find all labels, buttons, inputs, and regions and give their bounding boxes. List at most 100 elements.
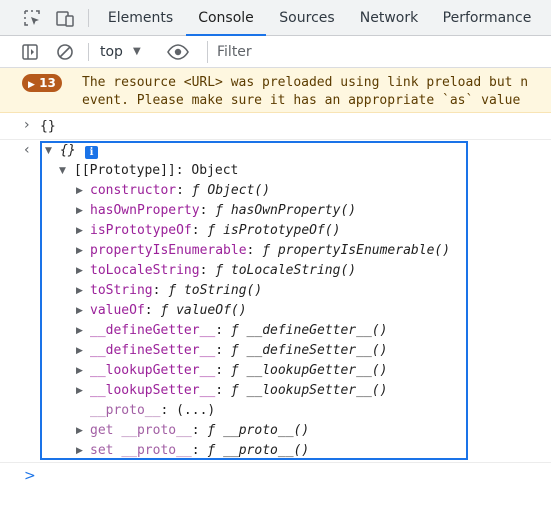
context-dropdown-icon[interactable]: ▼	[133, 36, 141, 68]
property-line: constructor: ƒ Object()	[90, 181, 270, 201]
property-sep: :	[191, 443, 208, 458]
property-lazy-value[interactable]: : (...)	[160, 403, 215, 418]
property-line: propertyIsEnumerable: ƒ propertyIsEnumer…	[90, 241, 450, 261]
collapse-triangle-icon[interactable]: ▼	[45, 141, 52, 161]
property-value: toString()	[183, 283, 263, 298]
console-toolbar: top ▼	[0, 36, 551, 68]
toolbar-divider	[88, 43, 89, 61]
expand-triangle-icon[interactable]: ▶	[76, 181, 83, 201]
console-prompt-icon[interactable]: >	[24, 466, 36, 486]
property-line: __defineGetter__: ƒ __defineGetter__()	[90, 321, 387, 341]
property-value: valueOf()	[176, 303, 247, 318]
property-sep: :	[215, 323, 231, 338]
tab-sources[interactable]: Sources	[268, 0, 346, 36]
property-line: __defineSetter__: ƒ __defineSetter__()	[90, 341, 387, 361]
function-glyph: ƒ	[207, 443, 224, 458]
function-glyph: ƒ	[207, 423, 224, 438]
prototype-collapse-triangle-icon[interactable]: ▼	[59, 161, 66, 181]
function-glyph: ƒ	[230, 323, 247, 338]
property-sep: :	[199, 203, 216, 218]
property-key: propertyIsEnumerable	[90, 243, 247, 258]
property-key: valueOf	[90, 303, 145, 318]
property-value: __lookupGetter__()	[246, 363, 388, 378]
function-glyph: ƒ	[207, 223, 224, 238]
accessor-prefix: get	[90, 423, 122, 438]
filter-input[interactable]	[207, 41, 551, 63]
property-sep: :	[144, 303, 161, 318]
live-expression-eye-icon[interactable]	[166, 42, 190, 62]
function-glyph: ƒ	[160, 303, 177, 318]
expand-triangle-icon[interactable]: ▶	[76, 361, 83, 381]
function-glyph: ƒ	[262, 243, 278, 258]
property-line: get __proto__: ƒ __proto__()	[90, 421, 309, 441]
property-sep: :	[191, 423, 208, 438]
device-toolbar-icon[interactable]	[55, 8, 75, 28]
property-sep: :	[215, 383, 231, 398]
expand-triangle-icon[interactable]: ▶	[76, 421, 83, 441]
function-glyph: ƒ	[230, 383, 247, 398]
property-key: __proto__	[90, 403, 161, 418]
function-glyph: ƒ	[215, 263, 231, 278]
property-sep: :	[215, 343, 231, 358]
context-selector[interactable]: top	[100, 36, 123, 68]
tab-performance[interactable]: Performance	[434, 0, 540, 36]
property-key: toString	[90, 283, 153, 298]
property-sep: :	[246, 243, 263, 258]
sidebar-toggle-icon[interactable]	[20, 42, 40, 62]
property-value: isPrototypeOf()	[223, 223, 341, 238]
property-sep: :	[199, 263, 216, 278]
clear-console-icon[interactable]	[55, 42, 75, 62]
property-key: __lookupGetter__	[90, 363, 216, 378]
expand-triangle-icon[interactable]: ▶	[76, 381, 83, 401]
expand-triangle-icon[interactable]: ▶	[76, 281, 83, 301]
property-key: constructor	[90, 183, 177, 198]
row-divider	[0, 139, 551, 140]
property-line: __lookupGetter__: ƒ __lookupGetter__()	[90, 361, 387, 381]
property-key: toLocaleString	[90, 263, 200, 278]
expand-triangle-icon[interactable]: ▶	[76, 221, 83, 241]
expand-triangle-icon[interactable]: ▶	[76, 301, 83, 321]
input-prompt-icon: ›	[24, 117, 30, 133]
tab-elements[interactable]: Elements	[98, 0, 183, 36]
expand-triangle-icon: ▶	[28, 80, 35, 90]
property-line: toLocaleString: ƒ toLocaleString()	[90, 261, 356, 281]
expand-triangle-icon[interactable]: ▶	[76, 201, 83, 221]
property-key: isPrototypeOf	[90, 223, 192, 238]
property-key: __defineGetter__	[90, 323, 216, 338]
property-line: __proto__: (...)	[90, 401, 215, 421]
tab-network[interactable]: Network	[348, 0, 430, 36]
warning-text-line-1: The resource <URL> was preloaded using l…	[82, 75, 529, 90]
expand-triangle-icon[interactable]: ▶	[76, 441, 83, 461]
console-output: ▶ 13 The resource <URL> was preloaded us…	[0, 68, 551, 530]
input-echo: {}	[40, 119, 56, 134]
object-summary[interactable]: {}	[60, 141, 76, 161]
info-icon[interactable]: i	[85, 146, 98, 159]
result-return-icon: ‹	[24, 142, 30, 158]
expand-triangle-icon[interactable]: ▶	[76, 241, 83, 261]
expand-triangle-icon[interactable]: ▶	[76, 261, 83, 281]
property-value: toLocaleString()	[230, 263, 357, 278]
property-key: __lookupSetter__	[90, 383, 216, 398]
function-glyph: ƒ	[230, 363, 247, 378]
expand-triangle-icon[interactable]: ▶	[76, 321, 83, 341]
warning-message: ▶ 13 The resource <URL> was preloaded us…	[0, 68, 551, 113]
property-line: set __proto__: ƒ __proto__()	[90, 441, 309, 461]
property-sep: :	[152, 283, 169, 298]
property-key: hasOwnProperty	[90, 203, 200, 218]
accessor-prefix: set	[90, 443, 122, 458]
property-line: isPrototypeOf: ƒ isPrototypeOf()	[90, 221, 340, 241]
expand-triangle-icon[interactable]: ▶	[76, 341, 83, 361]
prototype-label[interactable]: [[Prototype]]: Object	[74, 161, 238, 181]
warning-count-badge[interactable]: ▶ 13	[22, 74, 62, 92]
property-key: __proto__	[121, 443, 192, 458]
property-value: propertyIsEnumerable()	[277, 243, 451, 258]
warning-text-line-2: event. Please make sure it has an approp…	[82, 93, 521, 108]
property-value: __defineSetter__()	[246, 343, 388, 358]
function-glyph: ƒ	[168, 283, 184, 298]
function-glyph: ƒ	[191, 183, 208, 198]
inspect-element-icon[interactable]	[22, 8, 42, 28]
property-line: hasOwnProperty: ƒ hasOwnProperty()	[90, 201, 356, 221]
property-value: __proto__()	[223, 423, 310, 438]
property-line: toString: ƒ toString()	[90, 281, 262, 301]
tab-console[interactable]: Console	[186, 0, 266, 36]
